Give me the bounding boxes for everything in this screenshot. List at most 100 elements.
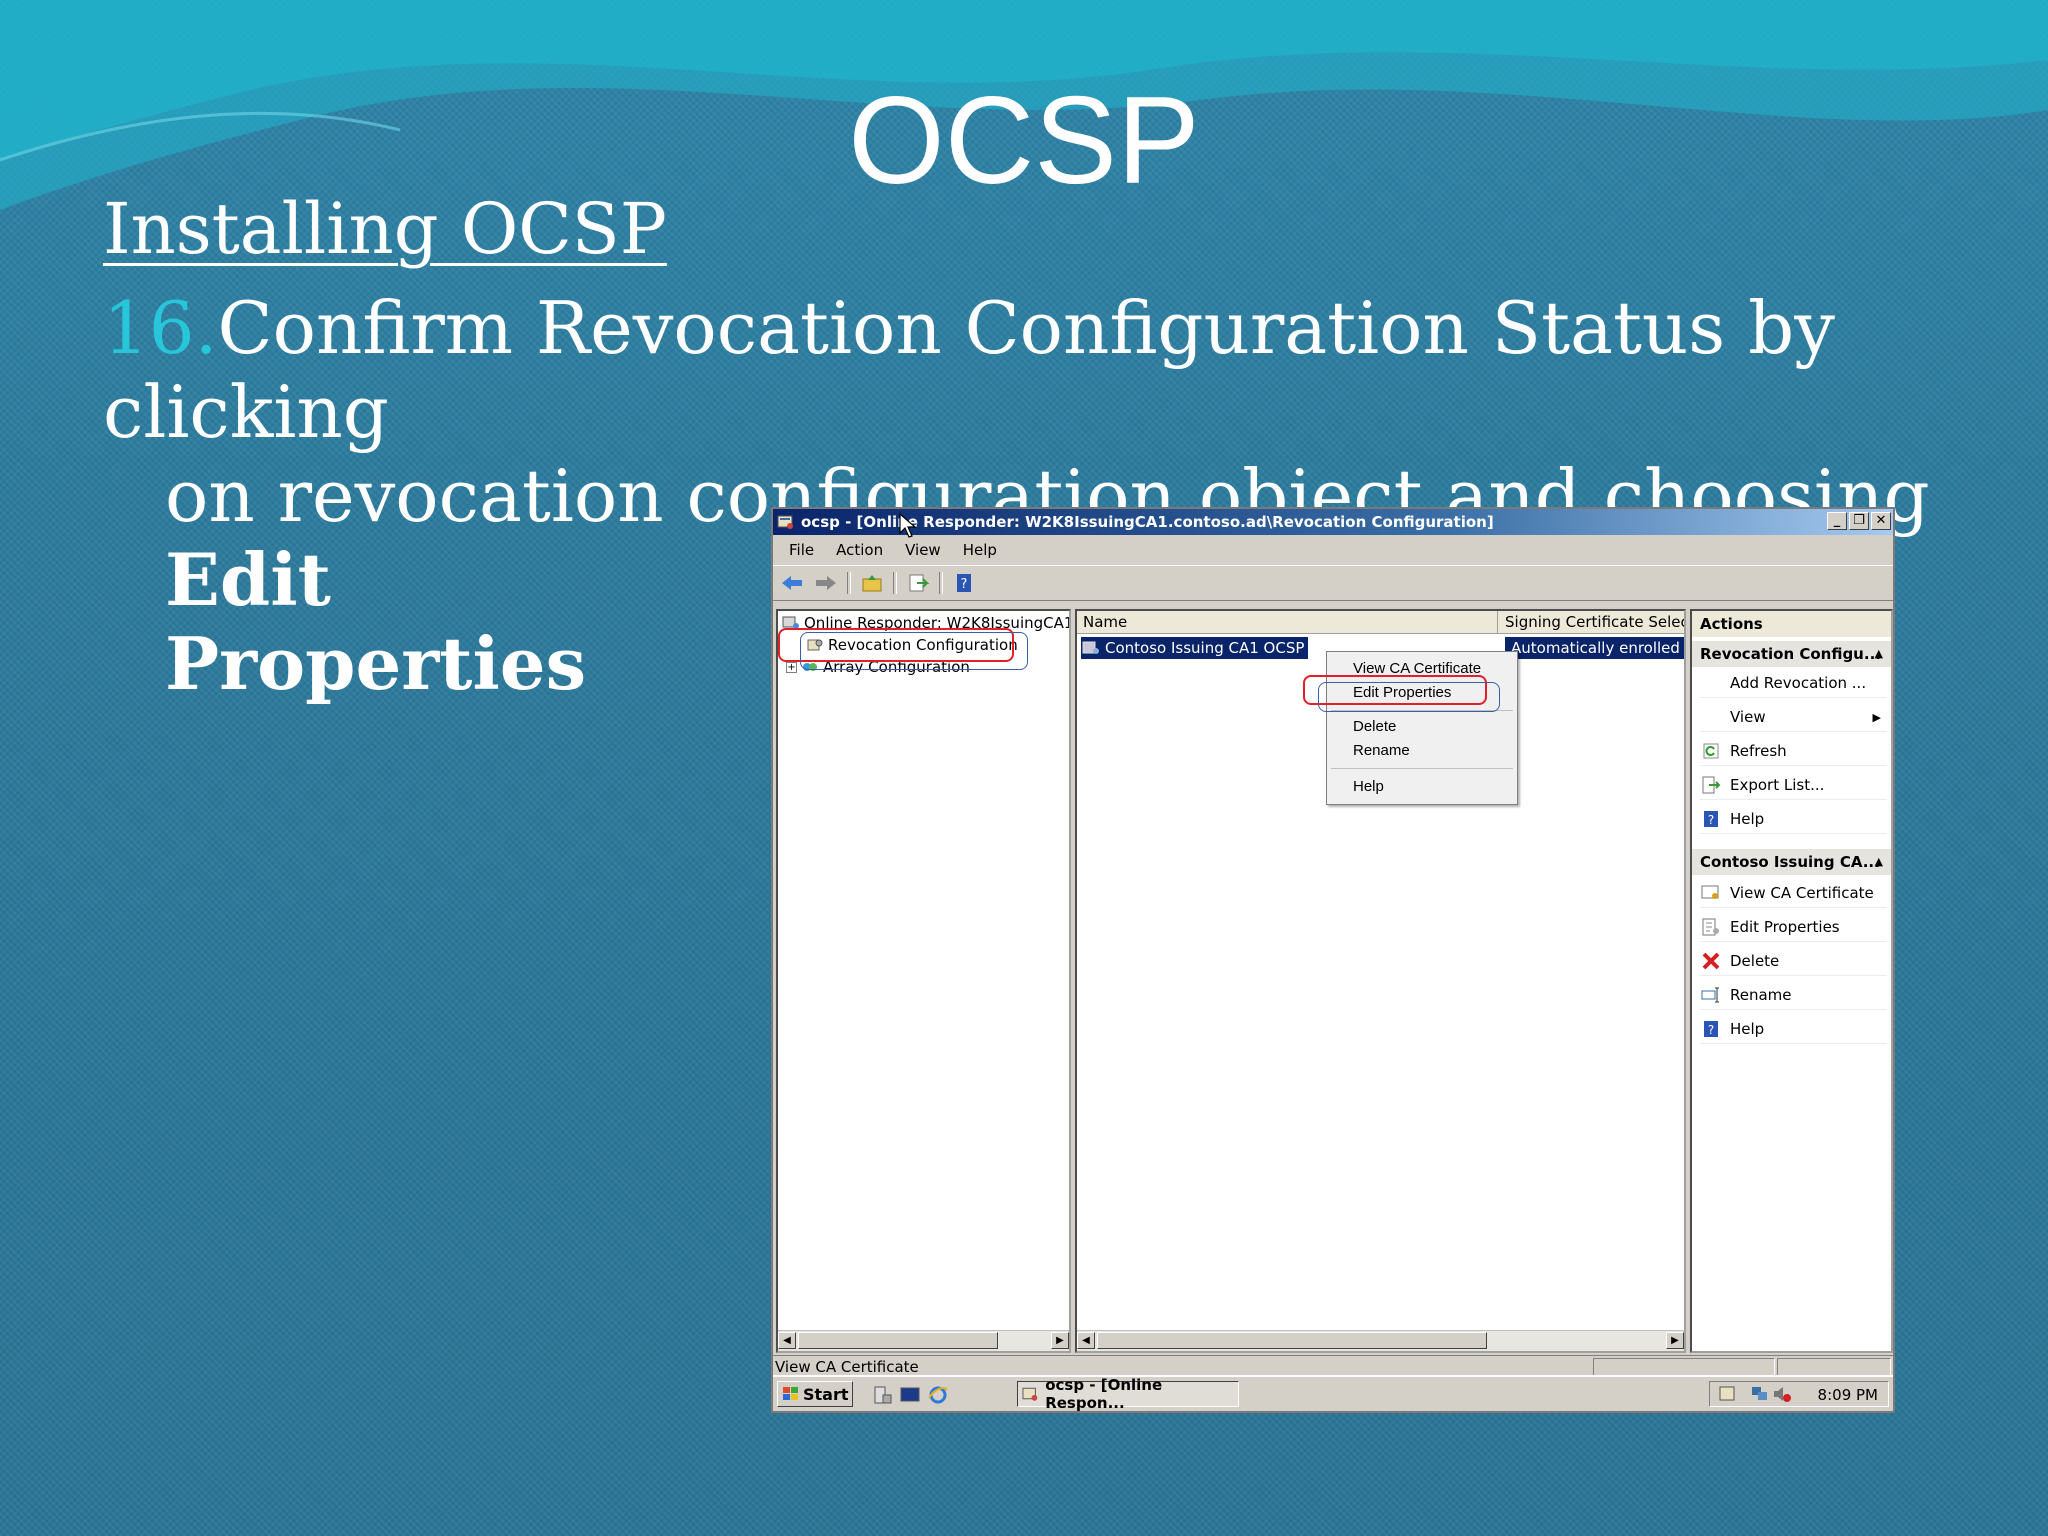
help-button[interactable]: ?	[951, 571, 977, 595]
volume-muted-icon[interactable]	[1772, 1385, 1792, 1403]
svg-text:?: ?	[1708, 1023, 1714, 1037]
actions-pane: Actions Revocation Configu... ▲ Add Revoc…	[1690, 609, 1893, 1353]
section-title: Revocation Configu...	[1700, 645, 1881, 663]
action-view[interactable]: View ▶	[1700, 703, 1887, 732]
blank-icon	[1700, 707, 1722, 727]
back-arrow-icon	[782, 576, 802, 590]
action-edit-properties[interactable]: Edit Properties	[1700, 913, 1887, 942]
slide-subtitle: Installing OCSP	[103, 188, 667, 270]
submenu-arrow-icon: ▶	[1872, 710, 1881, 724]
taskbar: Start ocsp - [Online Respon... 8:09 PM	[773, 1375, 1893, 1412]
menubar: File Action View Help	[773, 537, 1893, 563]
menu-action[interactable]: Action	[828, 537, 891, 563]
menu-separator	[1331, 768, 1513, 769]
restore-button[interactable]: ❐	[1849, 512, 1869, 530]
scroll-thumb[interactable]	[1097, 1332, 1487, 1349]
column-header-signing[interactable]: Signing Certificate Selectic	[1505, 613, 1684, 631]
action-view-ca-certificate[interactable]: View CA Certificate	[1700, 879, 1887, 908]
window-titlebar[interactable]: ocsp - [Online Responder: W2K8IssuingCA1…	[773, 509, 1893, 535]
scroll-right-arrow-icon[interactable]: ▶	[1051, 1332, 1069, 1349]
taskbar-window-label: ocsp - [Online Respon...	[1045, 1376, 1163, 1412]
collapse-caret-icon[interactable]: ▲	[1875, 641, 1883, 667]
start-button[interactable]: Start	[777, 1381, 853, 1407]
minimize-button[interactable]: _	[1827, 512, 1847, 530]
action-add-revocation[interactable]: Add Revocation ...	[1700, 669, 1887, 698]
highlight-ring-revocation-outer	[800, 632, 1028, 670]
toolbar-separator	[939, 572, 943, 594]
tray-app-icon[interactable]	[1718, 1385, 1738, 1403]
server-manager-icon[interactable]	[871, 1385, 893, 1405]
action-help-2[interactable]: ? Help	[1700, 1015, 1887, 1044]
mouse-cursor-icon	[899, 513, 917, 538]
svg-text:?: ?	[1708, 813, 1714, 827]
taskbar-window-button[interactable]: ocsp - [Online Respon...	[1017, 1376, 1239, 1412]
action-label: View CA Certificate	[1730, 884, 1874, 902]
windows-flag-icon	[783, 1387, 798, 1400]
mmc-app-icon	[777, 515, 793, 529]
action-label: Export List...	[1730, 776, 1825, 794]
action-export-list[interactable]: Export List...	[1700, 771, 1887, 800]
context-delete[interactable]: Delete	[1353, 718, 1396, 735]
row-name: Contoso Issuing CA1 OCSP	[1105, 639, 1305, 657]
blank-icon	[1700, 673, 1722, 693]
up-folder-button[interactable]	[859, 571, 885, 595]
forward-button[interactable]	[813, 571, 839, 595]
rename-icon	[1700, 985, 1722, 1005]
expand-icon[interactable]: +	[786, 661, 797, 673]
toolbar-separator	[847, 572, 851, 594]
help-icon: ?	[1700, 809, 1722, 829]
row-signing: Automatically enrolled	[1505, 637, 1684, 659]
step-bold-properties: Properties	[165, 621, 587, 706]
internet-explorer-icon[interactable]	[927, 1384, 949, 1406]
certificate-icon	[1700, 883, 1722, 903]
action-refresh[interactable]: Refresh	[1700, 737, 1887, 766]
section-title: Contoso Issuing CA...	[1700, 853, 1880, 871]
action-label: Help	[1730, 810, 1765, 828]
action-label: Add Revocation ...	[1730, 674, 1867, 692]
action-help[interactable]: ? Help	[1700, 805, 1887, 834]
network-icon[interactable]	[1750, 1385, 1770, 1403]
action-label: Rename	[1730, 986, 1792, 1004]
action-rename[interactable]: Rename	[1700, 981, 1887, 1010]
clock[interactable]: 8:09 PM	[1818, 1386, 1878, 1404]
step-number: 16.	[103, 286, 218, 370]
mmc-app-icon	[1022, 1387, 1038, 1401]
command-prompt-icon[interactable]	[899, 1385, 921, 1405]
status-text: View CA Certificate	[775, 1358, 919, 1376]
properties-icon	[1700, 917, 1722, 937]
system-tray: 8:09 PM	[1709, 1381, 1889, 1407]
scroll-right-arrow-icon[interactable]: ▶	[1666, 1332, 1684, 1349]
export-list-icon	[909, 574, 929, 592]
toolbar-separator	[893, 572, 897, 594]
tree-horizontal-scrollbar[interactable]: ◀ ▶	[778, 1330, 1069, 1351]
action-delete[interactable]: Delete	[1700, 947, 1887, 976]
step-line-1: Confirm Revocation Configuration Status …	[103, 286, 1835, 454]
up-folder-icon	[862, 575, 882, 592]
step-bold-edit: Edit	[165, 537, 331, 622]
export-list-icon	[1700, 775, 1722, 795]
delete-x-icon	[1700, 951, 1722, 971]
close-button[interactable]: ✕	[1871, 512, 1891, 530]
export-list-button[interactable]	[905, 571, 931, 595]
menu-help[interactable]: Help	[955, 537, 1005, 563]
column-separator[interactable]	[1497, 611, 1498, 633]
list-horizontal-scrollbar[interactable]: ◀ ▶	[1077, 1330, 1684, 1351]
menu-view[interactable]: View	[897, 537, 949, 563]
back-button[interactable]	[779, 571, 805, 595]
collapse-caret-icon[interactable]: ▲	[1875, 849, 1883, 875]
actions-section-revocation[interactable]: Revocation Configu... ▲	[1692, 641, 1891, 667]
highlight-ring-edit-properties-outer	[1318, 682, 1500, 712]
action-label: Refresh	[1730, 742, 1787, 760]
help-icon: ?	[1700, 1019, 1722, 1039]
menu-file[interactable]: File	[781, 537, 822, 563]
actions-section-contoso[interactable]: Contoso Issuing CA... ▲	[1692, 849, 1891, 875]
refresh-icon	[1700, 741, 1722, 761]
context-rename[interactable]: Rename	[1353, 742, 1410, 759]
scroll-thumb[interactable]	[798, 1332, 998, 1349]
scroll-left-arrow-icon[interactable]: ◀	[778, 1332, 796, 1349]
column-header-name[interactable]: Name	[1083, 613, 1127, 631]
help-book-icon: ?	[957, 574, 971, 592]
context-help[interactable]: Help	[1353, 778, 1384, 795]
action-label: View	[1730, 708, 1766, 726]
scroll-left-arrow-icon[interactable]: ◀	[1077, 1332, 1095, 1349]
